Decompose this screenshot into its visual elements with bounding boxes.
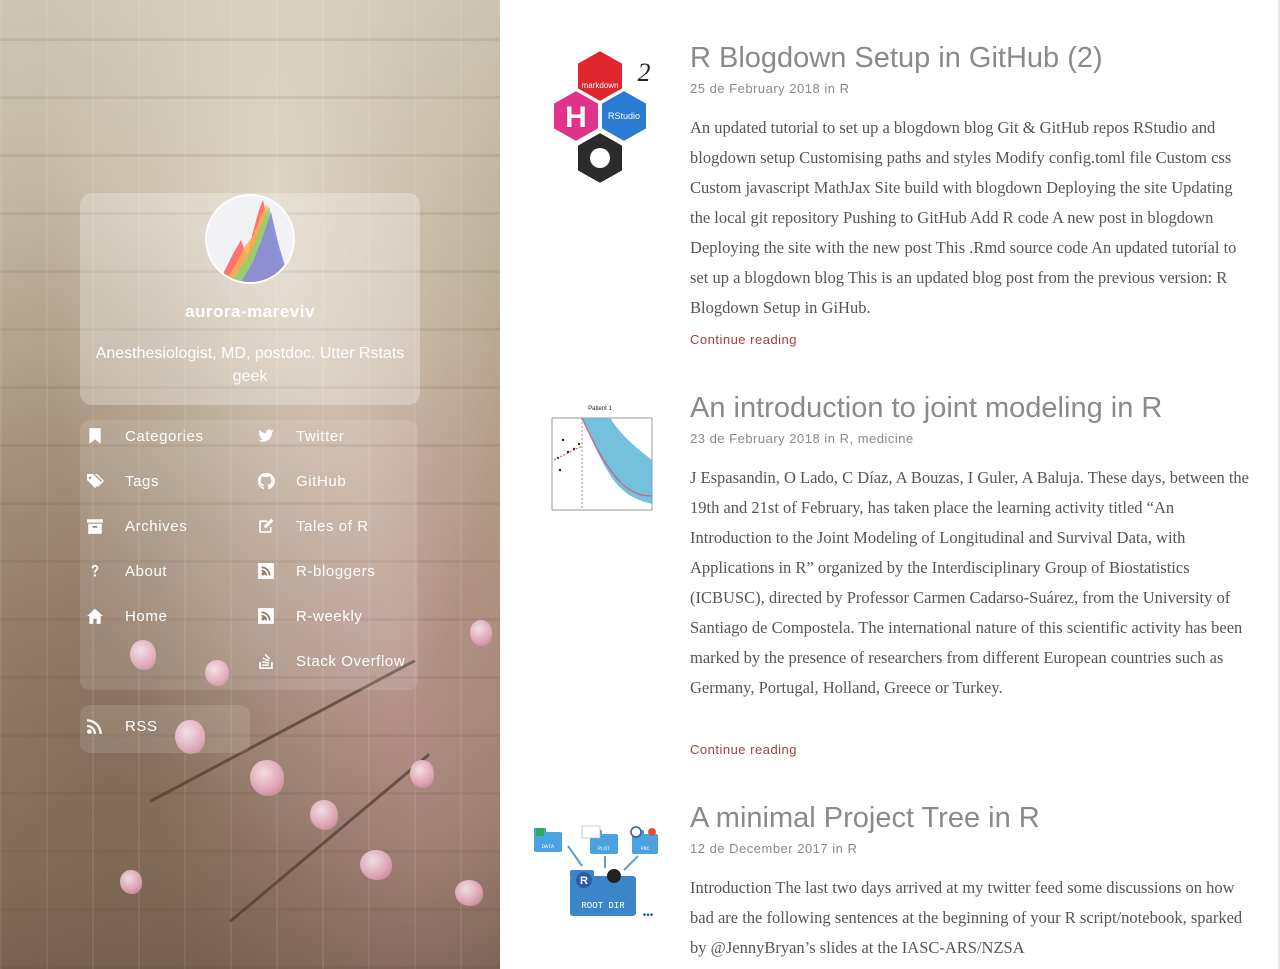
avatar[interactable]: [205, 194, 295, 284]
post-summary: J Espasandin, O Lado, C Díaz, A Bouzas, …: [690, 468, 1250, 697]
rss-square-icon: [256, 606, 276, 626]
hex-label: H: [565, 101, 587, 134]
question-icon: [85, 561, 105, 581]
nav-item-about[interactable]: About: [85, 556, 167, 586]
nav-item-home[interactable]: Home: [85, 601, 167, 631]
nav-item-label: Twitter: [296, 427, 345, 445]
category-link[interactable]: medicine: [858, 431, 914, 446]
post-thumbnail[interactable]: markdown H RStudio 2: [530, 45, 660, 186]
post-title[interactable]: R Blogdown Setup in GitHub (2): [690, 41, 1250, 75]
post-summary: Introduction The last two days arrived a…: [690, 878, 1243, 957]
post-date: 23 de February 2018: [690, 431, 821, 446]
blossom-decoration: [120, 870, 142, 894]
nav-item-label: Home: [125, 607, 168, 625]
twitter-icon: [256, 426, 276, 446]
site-description: Anesthesiologist, MD, postdoc. Utter Rst…: [95, 345, 405, 385]
archive-icon: [85, 516, 105, 536]
nav-item-label: Tags: [125, 472, 160, 490]
blossom-decoration: [310, 800, 338, 830]
blossom-decoration: [470, 620, 492, 646]
continue-reading-link[interactable]: Continue reading: [690, 332, 797, 347]
r-letter: R: [580, 875, 588, 887]
meta-in: in: [824, 81, 836, 96]
hex-label: RStudio: [608, 111, 640, 121]
category-link[interactable]: R: [840, 81, 850, 96]
github-mark-icon: [607, 869, 621, 883]
nav-item-categories[interactable]: Categories: [85, 421, 204, 451]
rss-icon: [85, 716, 105, 736]
blossom-decoration: [410, 760, 434, 788]
nav-item-r-weekly[interactable]: R-weekly: [256, 601, 362, 631]
nav-item-rss[interactable]: RSS: [85, 711, 158, 741]
category-link[interactable]: R: [848, 841, 858, 856]
post-title[interactable]: An introduction to joint modeling in R: [690, 391, 1250, 425]
nav-item-label: About: [125, 562, 168, 580]
folder-label: PLOT: [598, 846, 610, 852]
post-title[interactable]: A minimal Project Tree in R: [690, 801, 1250, 835]
nav-item-tales-of-r[interactable]: Tales of R: [256, 511, 369, 541]
post-thumbnail[interactable]: Patient 1: [530, 400, 660, 540]
bookmark-icon: [85, 426, 105, 446]
post-date: 12 de December 2017: [690, 841, 829, 856]
continue-reading-link[interactable]: Continue reading: [690, 742, 797, 757]
nav-item-label: Stack Overflow: [296, 652, 406, 670]
joint-model-plot-image: Patient 1: [551, 406, 653, 511]
project-tree-image: DATA PLOT FNC R ROOT DIR •••: [534, 825, 658, 921]
hex-label: markdown: [582, 81, 619, 90]
root-dir-label: ROOT DIR: [581, 901, 625, 911]
folder-label: DATA: [542, 844, 554, 850]
nav-item-label: RSS: [125, 717, 158, 735]
home-icon: [85, 606, 105, 626]
plot-title: Patient 1: [588, 406, 612, 412]
github-icon: [256, 471, 276, 491]
post-meta: 23 de February 2018 in R, medicine: [690, 431, 914, 446]
blossom-decoration: [360, 850, 392, 880]
nav-item-github[interactable]: GitHub: [256, 466, 346, 496]
meta-in: in: [832, 841, 844, 856]
post-meta: 25 de February 2018 in R: [690, 81, 849, 96]
rss-square-icon: [256, 561, 276, 581]
folder-label: FNC: [640, 846, 649, 852]
post-date: 25 de February 2018: [690, 81, 821, 96]
ellipsis: •••: [643, 910, 654, 921]
post-list: markdown H RStudio 2 R Blogdown Setup in…: [500, 0, 1280, 969]
edit-icon: [256, 516, 276, 536]
blossom-decoration: [455, 880, 483, 906]
post-summary: An updated tutorial to set up a blogdown…: [690, 118, 1237, 317]
nav-item-tags[interactable]: Tags: [85, 466, 159, 496]
avatar-density-plot-image: [219, 200, 293, 282]
nav-item-stack-overflow[interactable]: Stack Overflow: [256, 646, 405, 676]
thumb-number: 2: [638, 58, 651, 87]
nav-item-label: GitHub: [296, 472, 347, 490]
post-meta: 12 de December 2017 in R: [690, 841, 857, 856]
site-name[interactable]: aurora-mareviv: [80, 302, 420, 322]
sidebar: aurora-mareviv Anesthesiologist, MD, pos…: [0, 0, 500, 969]
nav-item-label: Archives: [125, 517, 188, 535]
nav-item-label: Categories: [125, 427, 204, 445]
post-thumbnail[interactable]: DATA PLOT FNC R ROOT DIR •••: [530, 820, 660, 960]
hex-logos-image: markdown H RStudio 2: [552, 48, 651, 186]
stack-overflow-icon: [256, 651, 276, 671]
nav-item-label: R-bloggers: [296, 562, 376, 580]
nav-item-label: R-weekly: [296, 607, 363, 625]
github-mark-icon: [590, 148, 610, 168]
blossom-decoration: [250, 760, 284, 796]
nav-item-twitter[interactable]: Twitter: [256, 421, 344, 451]
tags-icon: [85, 471, 105, 491]
nav-item-label: Tales of R: [296, 517, 369, 535]
nav-item-r-bloggers[interactable]: R-bloggers: [256, 556, 375, 586]
meta-in: in: [824, 431, 836, 446]
category-link[interactable]: R: [840, 431, 850, 446]
nav-item-archives[interactable]: Archives: [85, 511, 187, 541]
